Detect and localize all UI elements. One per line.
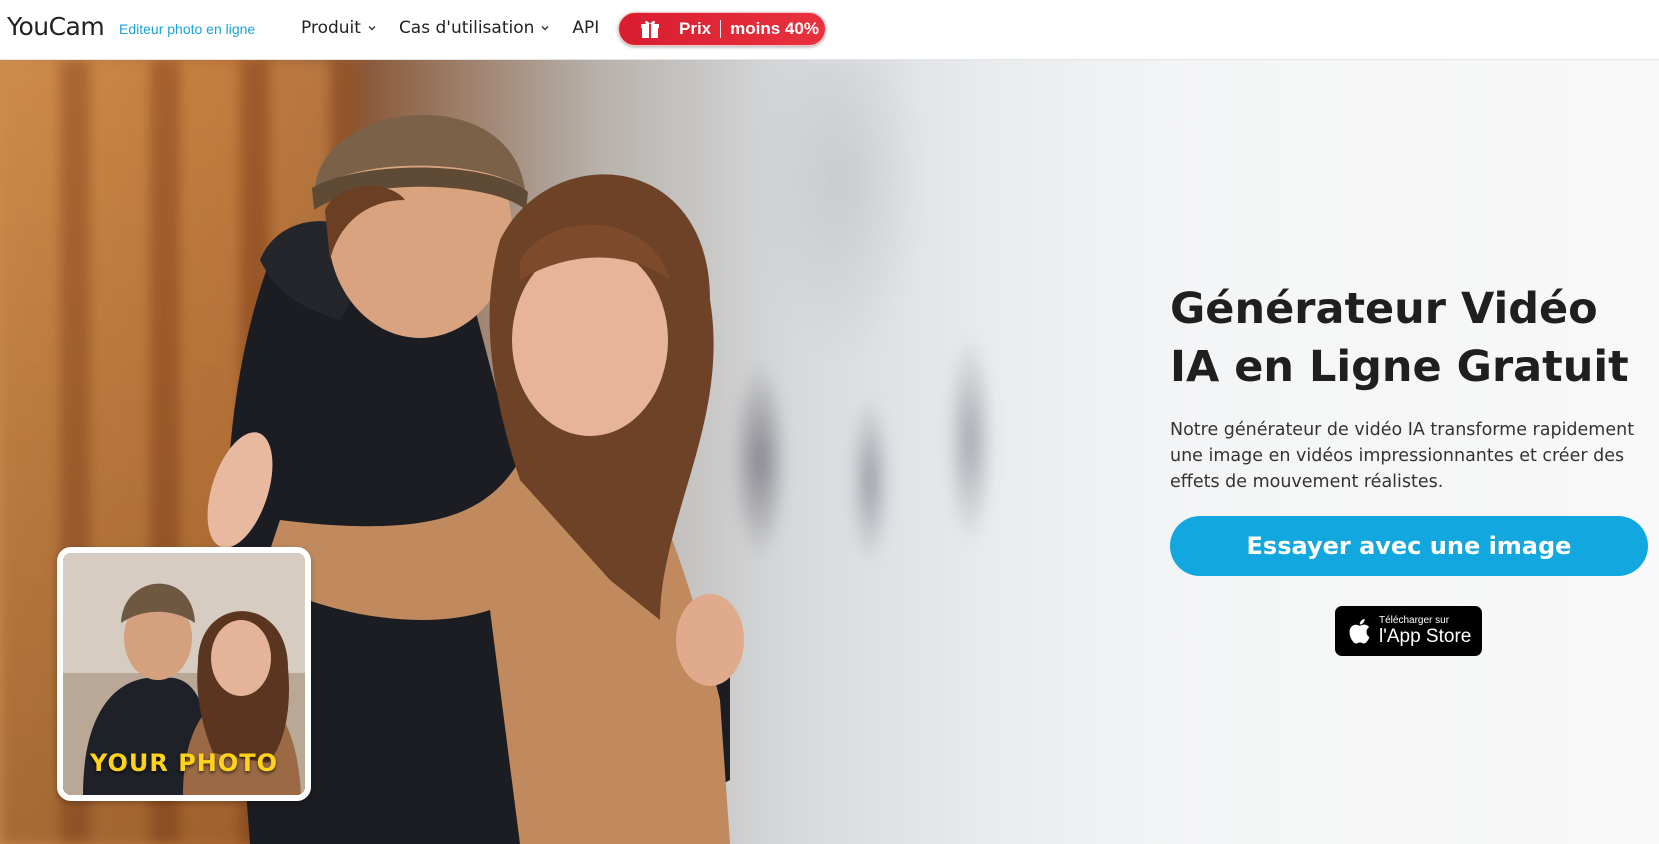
nav-produit-label: Produit — [301, 18, 361, 38]
main-nav: Produit Cas d'utilisation API — [301, 18, 621, 38]
app-store-big-label: l'App Store — [1379, 625, 1472, 647]
try-with-image-button[interactable]: Essayer avec une image — [1170, 516, 1648, 576]
site-header: YouCam Editeur photo en ligne Produit Ca… — [0, 0, 1659, 60]
promo-label: Prix — [679, 19, 712, 38]
nav-cas-utilisation[interactable]: Cas d'utilisation — [399, 18, 550, 38]
promo-discount: moins 40% — [730, 19, 819, 38]
nav-api[interactable]: API — [572, 18, 599, 38]
chevron-down-icon — [541, 26, 549, 31]
app-store-text: Télécharger sur l'App Store — [1379, 615, 1471, 648]
gift-icon — [641, 20, 659, 38]
nav-cas-utilisation-label: Cas d'utilisation — [398, 18, 535, 38]
hero-description: Notre générateur de vidéo IA transforme … — [1170, 420, 1635, 492]
hero-section: YOUR PHOTO Générateur Vidéo IA en Ligne … — [0, 60, 1659, 844]
app-store-badge[interactable]: Télécharger sur l'App Store — [1335, 606, 1482, 656]
your-photo-label: YOUR PHOTO — [89, 749, 279, 777]
app-store-small-label: Télécharger sur — [1379, 614, 1450, 626]
page-title: Générateur Vidéo IA en Ligne Gratuit — [1170, 284, 1629, 392]
apple-icon — [1349, 619, 1370, 644]
your-photo-thumbnail: YOUR PHOTO — [57, 547, 311, 801]
logo-subtitle[interactable]: Editeur photo en ligne — [119, 21, 255, 37]
nav-api-label: API — [572, 18, 600, 38]
nav-produit[interactable]: Produit — [301, 18, 377, 38]
chevron-down-icon — [368, 26, 376, 31]
youcam-logo[interactable]: YouCam — [7, 12, 105, 41]
promo-badge-button[interactable]: Prix moins 40% — [618, 12, 826, 46]
promo-divider — [720, 20, 722, 38]
